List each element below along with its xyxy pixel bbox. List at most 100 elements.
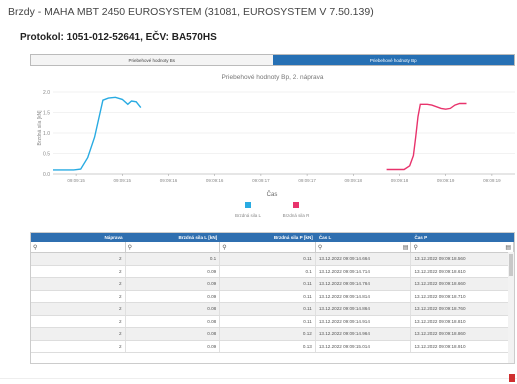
- table-cell: 0.1: [126, 253, 221, 265]
- brake-data-table: Náprava Brzdná sila L [kN] Brzdná sila P…: [30, 232, 515, 364]
- table-cell: 13.12.2022 09:09:14.814: [316, 290, 412, 302]
- brake-force-chart: 0.0 0.5 1.0 1.5 2.0 09:09:15 09:09:15 09:09:16…: [37, 90, 515, 218]
- table-cell: 0.08: [126, 303, 221, 315]
- x-tick-label: 09:09:16: [160, 178, 178, 183]
- table-cell: 0.13: [220, 340, 316, 352]
- y-tick-label: 1.0: [43, 131, 50, 137]
- table-row[interactable]: 2 0.09 0.11 13.12.2022 09:09:14.814 13.12.20…: [31, 290, 514, 303]
- table-cell: 13.12.2022 09:09:18.860: [411, 328, 514, 340]
- search-icon: ⚲: [317, 244, 323, 251]
- x-axis-label: Čas: [267, 191, 278, 198]
- filter-cas-l[interactable]: ⚲ ▤: [315, 242, 412, 252]
- table-cell: 0.11: [220, 278, 316, 290]
- table-cell: 2: [31, 315, 126, 327]
- chart-legend: Brzdná sila L Brzdná sila R: [235, 202, 310, 218]
- table-cell: 13.12.2022 09:09:15.014: [316, 340, 412, 352]
- x-tick-label: 09:09:15: [114, 178, 132, 183]
- table-cell: 13.12.2022 09:09:14.764: [316, 278, 412, 290]
- col-header-brzdna-sila-l[interactable]: Brzdná sila L [kN]: [126, 233, 221, 242]
- table-cell: 13.12.2022 09:09:14.864: [316, 303, 412, 315]
- table-cell: 13.12.2022 09:09:18.760: [411, 303, 514, 315]
- x-tick-label: 09:09:16: [206, 178, 224, 183]
- table-cell: 0.09: [126, 290, 221, 302]
- table-cell: 0.11: [220, 290, 316, 302]
- legend-label[interactable]: Brzdná sila R: [283, 213, 311, 218]
- table-cell: 13.12.2022 09:09:18.560: [411, 253, 514, 265]
- x-tick-label: 09:09:18: [391, 178, 409, 183]
- table-cell: 13.12.2022 09:09:14.914: [316, 315, 412, 327]
- table-cell: 13.12.2022 09:09:18.810: [411, 315, 514, 327]
- filter-row: ⚲ ⚲ ⚲ ⚲ ▤ ⚲ ▤: [31, 242, 514, 253]
- x-tick-label: 09:09:17: [252, 178, 270, 183]
- table-cell: 13.12.2022 09:09:18.660: [411, 278, 514, 290]
- col-header-brzdna-sila-p[interactable]: Brzdná sila P [kN]: [220, 233, 316, 242]
- calendar-icon[interactable]: ▤: [403, 244, 409, 251]
- table-cell: 13.12.2022 09:09:14.714: [316, 265, 412, 277]
- search-icon: ⚲: [413, 244, 418, 251]
- footer-divider: [0, 378, 517, 379]
- filter-cas-p[interactable]: ⚲ ▤: [411, 242, 514, 252]
- table-cell: 0.11: [220, 253, 316, 265]
- table-header: Náprava Brzdná sila L [kN] Brzdná sila P…: [31, 233, 514, 242]
- y-tick-label: 1.5: [43, 110, 50, 116]
- table-body: 2 0.1 0.11 13.12.2022 09:09:14.664 13.12.202…: [31, 253, 514, 353]
- calendar-icon[interactable]: ▤: [505, 244, 511, 251]
- table-cell: 0.08: [126, 328, 221, 340]
- table-cell: 13.12.2022 09:09:18.710: [411, 290, 514, 302]
- x-tick-label: 09:09:15: [67, 178, 85, 183]
- table-cell: 13.12.2022 09:09:14.664: [316, 253, 412, 265]
- table-cell: 2: [31, 328, 126, 340]
- table-cell: 0.1: [220, 265, 316, 277]
- y-gridlines: [53, 91, 515, 175]
- col-header-naprava[interactable]: Náprava: [31, 233, 126, 242]
- table-cell: 2: [31, 290, 126, 302]
- filter-brzdna-sila-p[interactable]: ⚲: [220, 242, 316, 252]
- table-cell: 0.09: [126, 265, 221, 277]
- table-cell: 2: [31, 340, 126, 352]
- y-tick-label: 0.0: [43, 172, 50, 178]
- y-tick-label: 0.5: [43, 151, 50, 157]
- table-cell: 2: [31, 253, 126, 265]
- table-cell: 13.12.2022 09:09:18.910: [411, 340, 514, 352]
- table-cell: 0.11: [220, 303, 316, 315]
- y-axis-ticks: 0.0 0.5 1.0 1.5 2.0: [43, 90, 50, 178]
- x-tick-label: 09:09:18: [345, 178, 363, 183]
- table-row[interactable]: 2 0.08 0.11 13.12.2022 09:09:14.864 13.12.20…: [31, 303, 514, 316]
- search-icon: ⚲: [33, 244, 38, 251]
- x-tick-label: 09:09:19: [437, 178, 455, 183]
- table-scrollbar[interactable]: [508, 252, 514, 363]
- table-cell: 2: [31, 265, 126, 277]
- x-axis-ticks: 09:09:15 09:09:15 09:09:16 09:09:16 09:09:17…: [67, 174, 501, 183]
- table-row[interactable]: 2 0.09 0.1 13.12.2022 09:09:14.714 13.12.202…: [31, 265, 514, 278]
- search-icon: ⚲: [222, 244, 227, 251]
- table-cell: 0.09: [126, 340, 221, 352]
- table-row[interactable]: 2 0.09 0.11 13.12.2022 09:09:14.764 13.12.20…: [31, 278, 514, 291]
- legend-swatch[interactable]: [293, 202, 299, 208]
- table-row[interactable]: 2 0.08 0.11 13.12.2022 09:09:14.914 13.12.20…: [31, 315, 514, 328]
- series-line-r: [386, 102, 467, 171]
- table-cell: 0.12: [220, 328, 316, 340]
- series-line-l: [53, 96, 142, 171]
- table-row[interactable]: 2 0.1 0.11 13.12.2022 09:09:14.664 13.12.202…: [31, 253, 514, 266]
- table-row[interactable]: 2 0.09 0.13 13.12.2022 09:09:15.014 13.12.20…: [31, 340, 514, 353]
- table-cell: 2: [31, 278, 126, 290]
- filter-naprava[interactable]: ⚲: [31, 242, 126, 252]
- table-cell: 0.09: [126, 278, 221, 290]
- table-cell: 13.12.2022 09:09:18.610: [411, 265, 514, 277]
- table-cell: 0.11: [220, 315, 316, 327]
- series-lines: [53, 96, 467, 171]
- filter-brzdna-sila-l[interactable]: ⚲: [125, 242, 221, 252]
- y-tick-label: 2.0: [43, 90, 50, 96]
- legend-label[interactable]: Brzdná sila L: [235, 213, 262, 218]
- x-tick-label: 09:09:17: [298, 178, 316, 183]
- y-axis-label: Brzdná sila [kN]: [37, 110, 43, 146]
- search-icon: ⚲: [127, 244, 133, 251]
- table-row[interactable]: 2 0.08 0.12 13.12.2022 09:09:14.964 13.12.20…: [31, 328, 514, 341]
- legend-swatch[interactable]: [245, 202, 251, 208]
- table-cell: 0.08: [126, 315, 221, 327]
- table-cell: 2: [31, 303, 126, 315]
- scrollbar-thumb[interactable]: [509, 254, 513, 276]
- col-header-cas-l[interactable]: Čas L: [316, 233, 412, 242]
- pdf-icon[interactable]: [509, 374, 515, 382]
- col-header-cas-p[interactable]: Čas P: [411, 233, 514, 242]
